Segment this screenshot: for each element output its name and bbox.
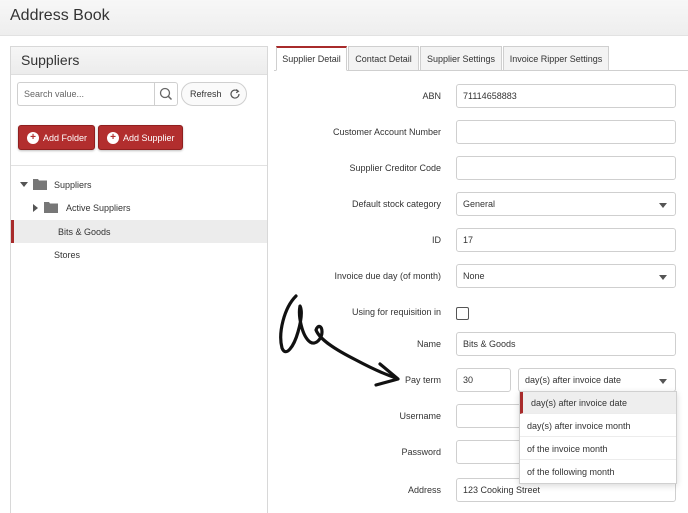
dropdown-option[interactable]: of the invoice month xyxy=(520,438,676,460)
stock-category-select[interactable]: General xyxy=(456,192,676,216)
tree-selected-indicator xyxy=(11,220,14,243)
add-folder-label: Add Folder xyxy=(43,132,88,143)
id-input[interactable]: 17 xyxy=(456,228,676,252)
suppliers-panel: Suppliers Refresh + Add Folder + Add Sup… xyxy=(10,46,268,513)
pay-term-unit-select[interactable]: day(s) after invoice date xyxy=(518,368,676,392)
search-input[interactable] xyxy=(17,82,154,106)
search-button[interactable] xyxy=(154,82,178,106)
invoice-due-day-select[interactable]: None xyxy=(456,264,676,288)
password-label: Password xyxy=(401,447,441,457)
name-input[interactable]: Bits & Goods xyxy=(456,332,676,356)
tab-supplier-detail[interactable]: Supplier Detail xyxy=(276,46,347,71)
tree-item-stores[interactable]: Stores xyxy=(54,250,80,260)
dropdown-option[interactable]: day(s) after invoice date xyxy=(520,392,676,414)
suppliers-panel-title: Suppliers xyxy=(21,52,80,68)
tree-item-active-suppliers[interactable]: Active Suppliers xyxy=(66,203,131,213)
caret-down-icon xyxy=(659,379,667,384)
caret-down-icon[interactable] xyxy=(19,180,29,190)
dropdown-option[interactable]: of the following month xyxy=(520,461,676,483)
stock-category-value: General xyxy=(463,199,496,209)
app-title: Address Book xyxy=(10,7,110,24)
app-header: Address Book xyxy=(0,0,688,36)
refresh-button-label: Refresh xyxy=(190,89,222,99)
address-label: Address xyxy=(407,485,441,495)
add-supplier-button[interactable]: + Add Supplier xyxy=(98,125,183,150)
tree-item-suppliers[interactable]: Suppliers xyxy=(54,180,92,190)
tab-invoice-ripper-settings[interactable]: Invoice Ripper Settings xyxy=(503,46,609,71)
id-label: ID xyxy=(432,235,441,245)
add-folder-button[interactable]: + Add Folder xyxy=(18,125,95,150)
plus-icon: + xyxy=(27,131,39,144)
folder-icon xyxy=(44,202,58,213)
tree-divider xyxy=(11,165,267,166)
stock-category-label: Default stock category xyxy=(351,199,441,209)
caret-right-icon[interactable] xyxy=(32,203,40,213)
pay-term-dropdown-menu: day(s) after invoice date day(s) after i… xyxy=(519,391,677,484)
dropdown-option[interactable]: day(s) after invoice month xyxy=(520,415,676,437)
suppliers-panel-header: Suppliers xyxy=(11,47,267,75)
pay-term-input[interactable]: 30 xyxy=(456,368,511,392)
abn-input[interactable]: 71114658883 xyxy=(456,84,676,108)
refresh-icon xyxy=(229,89,240,99)
pay-term-unit-value: day(s) after invoice date xyxy=(525,375,622,385)
caret-down-icon xyxy=(659,275,667,280)
tree-item-bits-goods[interactable]: Bits & Goods xyxy=(58,227,111,237)
tab-contact-detail[interactable]: Contact Detail xyxy=(348,46,419,71)
abn-label: ABN xyxy=(422,91,441,101)
requisition-checkbox[interactable] xyxy=(456,307,469,320)
invoice-due-day-label: Invoice due day (of month) xyxy=(334,271,441,281)
tree-item-selected-bg xyxy=(11,220,267,243)
refresh-button[interactable]: Refresh xyxy=(181,82,247,106)
creditor-code-label: Supplier Creditor Code xyxy=(349,163,441,173)
add-supplier-label: Add Supplier xyxy=(123,132,175,143)
tab-supplier-settings[interactable]: Supplier Settings xyxy=(420,46,502,71)
plus-icon: + xyxy=(107,131,119,144)
username-label: Username xyxy=(399,411,441,421)
caret-down-icon xyxy=(659,203,667,208)
customer-account-input[interactable] xyxy=(456,120,676,144)
handwritten-arrow-annotation xyxy=(279,294,400,387)
customer-account-label: Customer Account Number xyxy=(332,127,441,137)
invoice-due-day-value: None xyxy=(463,271,485,281)
search-icon xyxy=(159,87,173,101)
creditor-code-input[interactable] xyxy=(456,156,676,180)
folder-icon xyxy=(33,179,47,190)
